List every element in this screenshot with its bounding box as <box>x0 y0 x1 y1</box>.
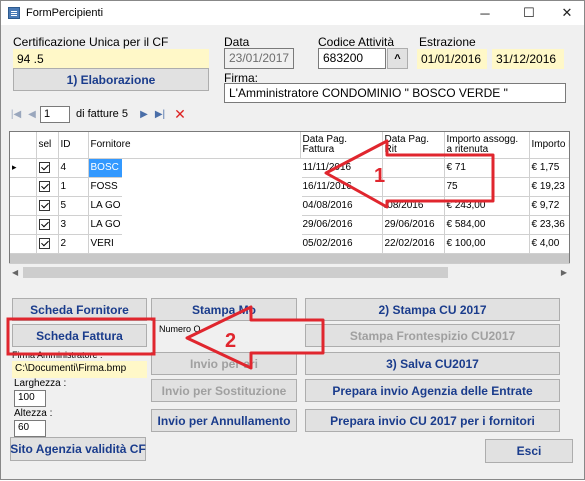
annotation-arrow-1 <box>324 139 495 209</box>
annotation-number-2: 2 <box>225 330 236 352</box>
highlight-scheda-fattura <box>6 317 156 356</box>
annotation-arrow-2 <box>185 305 325 370</box>
annotation-number-1: 1 <box>374 165 385 187</box>
form-percipienti-window: FormPercipienti ─ ☐ ✕ Certificazione Uni… <box>0 0 585 480</box>
annotation-overlay: 1 2 <box>6 139 495 370</box>
